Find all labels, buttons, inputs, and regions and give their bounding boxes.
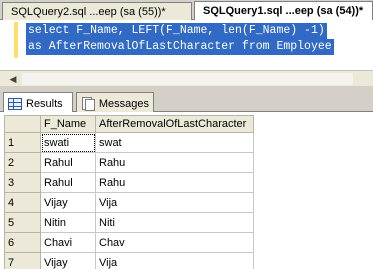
- table-row: 1 swati swat: [4, 132, 254, 153]
- cell-f-name[interactable]: Nitin: [40, 212, 96, 233]
- query-text[interactable]: select F_Name, LEFT(F_Name, len(F_Name) …: [26, 23, 334, 55]
- query-editor[interactable]: select F_Name, LEFT(F_Name, len(F_Name) …: [0, 20, 373, 70]
- query-line-1[interactable]: select F_Name, LEFT(F_Name, len(F_Name) …: [26, 23, 327, 39]
- row-number[interactable]: 6: [4, 232, 41, 253]
- change-marker: [14, 22, 18, 58]
- row-number[interactable]: 4: [4, 192, 41, 213]
- cell-f-name[interactable]: Rahul: [40, 172, 96, 193]
- row-number[interactable]: 5: [4, 212, 41, 233]
- editor-gutter: [0, 20, 20, 70]
- table-row: 4 Vijay Vija: [4, 192, 254, 213]
- cell-f-name[interactable]: swati: [40, 132, 96, 153]
- document-tab-strip: SQLQuery2.sql ...eep (sa (55))* SQLQuery…: [0, 0, 373, 21]
- query-line-2[interactable]: as AfterRemovalOfLastCharacter from Empl…: [26, 39, 334, 55]
- row-number[interactable]: 7: [4, 252, 41, 269]
- tab-messages-label: Messages: [98, 98, 149, 110]
- cell-after-removal[interactable]: Vija: [95, 192, 254, 213]
- table-row: 3 Rahul Rahu: [4, 172, 254, 193]
- results-tab-strip: Results Messages: [0, 90, 373, 112]
- cell-after-removal[interactable]: Rahu: [95, 152, 254, 173]
- cell-f-name[interactable]: Rahul: [40, 152, 96, 173]
- table-row: 6 Chavi Chav: [4, 232, 254, 253]
- results-grid[interactable]: F_Name AfterRemovalOfLastCharacter 1 swa…: [0, 112, 373, 269]
- messages-icon: [81, 97, 95, 111]
- tab-sqlquery1[interactable]: SQLQuery1.sql ...eep (sa (54))*: [194, 1, 373, 21]
- row-number[interactable]: 3: [4, 172, 41, 193]
- cell-after-removal[interactable]: swat: [95, 132, 254, 153]
- editor-horizontal-scrollbar[interactable]: ◀: [0, 70, 373, 86]
- header-row: F_Name AfterRemovalOfLastCharacter: [4, 115, 254, 133]
- grid-icon: [8, 98, 22, 110]
- cell-after-removal[interactable]: Vija: [95, 252, 254, 269]
- table-row: 2 Rahul Rahu: [4, 152, 254, 173]
- column-header-f-name[interactable]: F_Name: [40, 115, 96, 133]
- cell-f-name[interactable]: Chavi: [40, 232, 96, 253]
- cell-after-removal[interactable]: Niti: [95, 212, 254, 233]
- cell-f-name[interactable]: Vijay: [40, 192, 96, 213]
- results-table: F_Name AfterRemovalOfLastCharacter 1 swa…: [4, 115, 254, 269]
- row-number[interactable]: 2: [4, 152, 41, 173]
- cell-f-name[interactable]: Vijay: [40, 252, 96, 269]
- column-header-after-removal[interactable]: AfterRemovalOfLastCharacter: [95, 115, 254, 133]
- tab-sqlquery2[interactable]: SQLQuery2.sql ...eep (sa (55))*: [2, 2, 192, 20]
- corner-cell[interactable]: [4, 115, 41, 133]
- tab-results-label: Results: [26, 98, 63, 110]
- tab-messages[interactable]: Messages: [76, 92, 154, 112]
- cell-after-removal[interactable]: Chav: [95, 232, 254, 253]
- scrollbar-track[interactable]: [22, 73, 353, 85]
- table-row: 7 Vijay Vija: [4, 252, 254, 269]
- table-row: 5 Nitin Niti: [4, 212, 254, 233]
- row-number[interactable]: 1: [4, 132, 41, 153]
- tab-results[interactable]: Results: [3, 92, 73, 112]
- cell-after-removal[interactable]: Rahu: [95, 172, 254, 193]
- scroll-left-arrow-icon[interactable]: ◀: [6, 72, 20, 86]
